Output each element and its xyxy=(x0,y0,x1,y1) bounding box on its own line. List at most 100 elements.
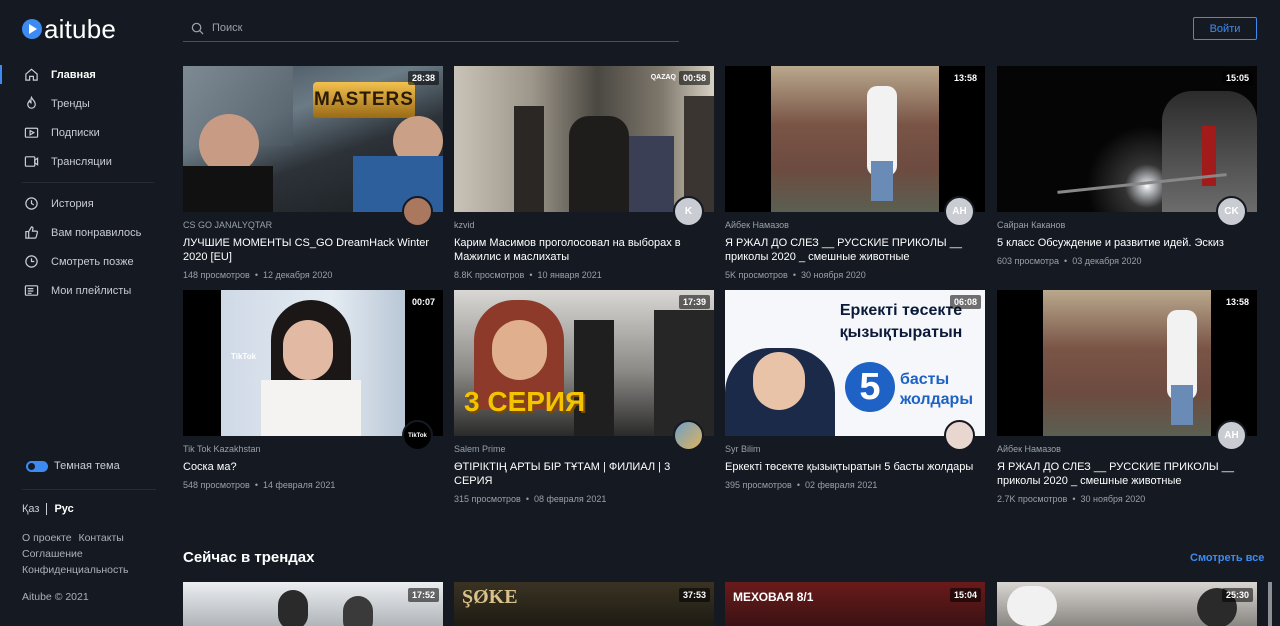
channel-avatar[interactable]: CK xyxy=(1216,196,1247,227)
sidebar-item-playlists[interactable]: Мои плейлисты xyxy=(0,276,170,305)
trending-video-card[interactable]: МЕХОВАЯ 8/1 15:04 xyxy=(725,582,985,626)
video-thumbnail[interactable]: 13:58 xyxy=(725,66,985,212)
thumbnail-image xyxy=(454,66,714,212)
channel-avatar[interactable] xyxy=(402,196,433,227)
play-logo-icon xyxy=(22,19,42,39)
channel-name[interactable]: Сайран Каканов xyxy=(997,220,1257,230)
view-count: 5K просмотров xyxy=(725,270,788,280)
channel-name[interactable]: Syr Bilim xyxy=(725,444,985,454)
subscriptions-icon xyxy=(24,125,39,140)
sidebar-item-home[interactable]: Главная xyxy=(0,60,170,89)
video-title[interactable]: Я РЖАЛ ДО СЛЕЗ __ РУССКИЕ ПРИКОЛЫ __ при… xyxy=(997,460,1257,488)
channel-avatar[interactable]: K xyxy=(673,196,704,227)
video-thumbnail[interactable]: 3 СЕРИЯ 17:39 xyxy=(454,290,714,436)
upload-date: 14 февраля 2021 xyxy=(262,480,336,490)
episode-overlay: 3 СЕРИЯ xyxy=(464,386,586,417)
sidebar-item-broadcasts[interactable]: Трансляции xyxy=(0,147,170,176)
search-bar xyxy=(183,15,679,42)
video-title[interactable]: 5 класс Обсуждение и развитие идей. Эски… xyxy=(997,236,1257,250)
video-card[interactable]: 13:58 AH Айбек Намазов Я РЖАЛ ДО СЛЕЗ __… xyxy=(725,66,985,280)
video-title[interactable]: Карим Масимов проголосовал на выборах в … xyxy=(454,236,714,264)
video-title[interactable]: ӨТІРІКТІҢ АРТЫ БІР ТҰТАМ | ФИЛИАЛ | 3 СЕ… xyxy=(454,460,714,488)
channel-avatar[interactable] xyxy=(944,420,975,451)
sidebar-item-liked[interactable]: Вам понравилось xyxy=(0,218,170,247)
sidebar-item-label: Мои плейлисты xyxy=(51,284,132,297)
sidebar-item-subscriptions[interactable]: Подписки xyxy=(0,118,170,147)
view-count: 315 просмотров xyxy=(454,494,521,504)
video-title[interactable]: ЛУЧШИЕ МОМЕНТЫ CS_GO DreamHack Winter 20… xyxy=(183,236,443,264)
video-thumbnail[interactable]: 13:58 xyxy=(997,290,1257,436)
video-duration: 15:04 xyxy=(949,588,981,602)
upload-date: 10 января 2021 xyxy=(537,270,602,280)
language-switcher: Қаз Рус xyxy=(22,503,74,515)
channel-avatar[interactable]: TikTok xyxy=(402,420,433,451)
dark-theme-toggle[interactable]: Темная тема xyxy=(26,460,120,472)
video-meta: 395 просмотров • 02 февраля 2021 xyxy=(725,480,878,490)
sidebar-item-label: Главная xyxy=(51,68,96,81)
video-card[interactable]: Еркекті төсекте қызықтыратын 5 басты жол… xyxy=(725,290,985,490)
upload-date: 30 ноября 2020 xyxy=(1080,494,1146,504)
video-card[interactable]: 3 СЕРИЯ 17:39 Salem Prime ӨТІРІКТІҢ АРТЫ… xyxy=(454,290,714,504)
view-count: 603 просмотра xyxy=(997,256,1060,266)
video-thumbnail[interactable]: Еркекті төсекте қызықтыратын 5 басты жол… xyxy=(725,290,985,436)
agreement-link[interactable]: Соглашение xyxy=(22,548,83,560)
lang-rus[interactable]: Рус xyxy=(54,503,73,515)
lang-kaz[interactable]: Қаз xyxy=(22,503,39,515)
theme-label: Темная тема xyxy=(54,460,120,472)
upload-date: 12 декабря 2020 xyxy=(262,270,333,280)
contacts-link[interactable]: Контакты xyxy=(78,532,123,544)
channel-name[interactable]: Salem Prime xyxy=(454,444,714,454)
about-link[interactable]: О проекте xyxy=(22,532,72,544)
sidebar: aitube Главная Тренды Подписки Трансляци… xyxy=(0,0,170,626)
upload-date: 30 ноября 2020 xyxy=(800,270,866,280)
video-card[interactable]: MASTERS 28:38 CS GO JANALYQTAR ЛУЧШИЕ МО… xyxy=(183,66,443,280)
home-icon xyxy=(24,67,39,82)
aitube-logo[interactable]: aitube xyxy=(22,16,116,42)
sidebar-divider xyxy=(22,489,156,490)
sidebar-item-trends[interactable]: Тренды xyxy=(0,89,170,118)
playlist-icon xyxy=(24,283,39,298)
video-thumbnail[interactable]: MASTERS 28:38 xyxy=(183,66,443,212)
trending-video-card[interactable]: ŞØKE 37:53 xyxy=(454,582,714,626)
sidebar-item-label: Тренды xyxy=(51,97,90,110)
channel-avatar[interactable]: AH xyxy=(1216,420,1247,451)
thumbnail-image xyxy=(1043,290,1211,436)
login-button[interactable]: Войти xyxy=(1193,17,1257,40)
sidebar-item-history[interactable]: История xyxy=(0,189,170,218)
channel-name[interactable]: Айбек Намазов xyxy=(725,220,985,230)
channel-name[interactable]: Tik Tok Kazakhstan xyxy=(183,444,443,454)
video-duration: 00:07 xyxy=(407,295,439,309)
channel-name[interactable]: kzvid xyxy=(454,220,714,230)
channel-name[interactable]: CS GO JANALYQTAR xyxy=(183,220,443,230)
upload-date: 03 декабря 2020 xyxy=(1072,256,1142,266)
privacy-link[interactable]: Конфиденциальность xyxy=(22,564,129,576)
video-title[interactable]: Я РЖАЛ ДО СЛЕЗ __ РУССКИЕ ПРИКОЛЫ __ при… xyxy=(725,236,985,264)
trending-video-card[interactable]: 17:52 xyxy=(183,582,443,626)
video-meta: 148 просмотров • 12 декабря 2020 xyxy=(183,270,333,280)
toggle-switch[interactable] xyxy=(26,460,48,472)
channel-name[interactable]: Айбек Намазов xyxy=(997,444,1257,454)
tiktok-watermark: TikTok xyxy=(231,352,257,361)
channel-watermark: QAZAQ xyxy=(650,74,676,81)
sidebar-item-watch-later[interactable]: Смотреть позже xyxy=(0,247,170,276)
channel-avatar[interactable]: AH xyxy=(944,196,975,227)
video-duration: 13:58 xyxy=(1221,295,1253,309)
trending-video-card[interactable]: 25:30 xyxy=(997,582,1257,626)
video-meta: 548 просмотров • 14 февраля 2021 xyxy=(183,480,336,490)
video-card[interactable]: QAZAQ 00:58 K kzvid Карим Масимов прогол… xyxy=(454,66,714,280)
video-thumbnail[interactable]: QAZAQ 00:58 xyxy=(454,66,714,212)
search-input[interactable] xyxy=(212,22,652,34)
video-meta: 8.8K просмотров • 10 января 2021 xyxy=(454,270,602,280)
video-thumbnail[interactable]: 15:05 xyxy=(997,66,1257,212)
video-title[interactable]: Еркекті төсекте қызықтыратын 5 басты жол… xyxy=(725,460,985,474)
video-card[interactable]: TikTok 00:07 TikTok Tik Tok Kazakhstan С… xyxy=(183,290,443,490)
video-card[interactable]: 13:58 AH Айбек Намазов Я РЖАЛ ДО СЛЕЗ __… xyxy=(997,290,1257,504)
see-all-link[interactable]: Смотреть все xyxy=(1190,552,1264,564)
video-meta: 315 просмотров • 08 февраля 2021 xyxy=(454,494,607,504)
video-thumbnail[interactable]: TikTok 00:07 xyxy=(183,290,443,436)
video-card[interactable]: 15:05 CK Сайран Каканов 5 класс Обсужден… xyxy=(997,66,1257,266)
thumbnail-title-overlay: МЕХОВАЯ 8/1 xyxy=(733,590,814,604)
video-title[interactable]: Соска ма? xyxy=(183,460,443,474)
thumbnail-image: MASTERS xyxy=(183,66,443,212)
channel-avatar[interactable] xyxy=(673,420,704,451)
